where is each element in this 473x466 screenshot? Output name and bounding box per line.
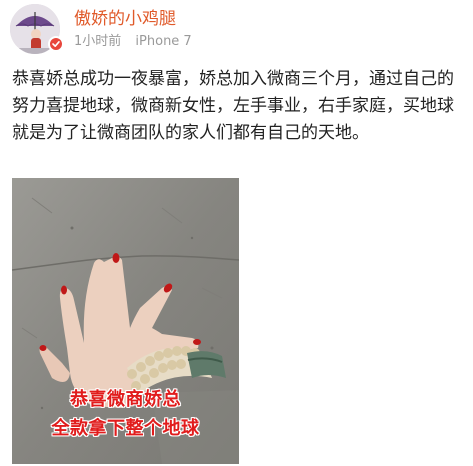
post-device[interactable]: iPhone 7 [135,34,191,49]
username[interactable]: 傲娇的小鸡腿 [74,8,176,30]
verified-badge-icon [48,36,64,52]
post-meta: 1小时前 iPhone 7 [74,33,202,51]
avatar[interactable] [10,4,64,54]
weibo-post: 傲娇的小鸡腿 1小时前 iPhone 7 恭喜娇总成功一夜暴富，娇总加入微商三个… [0,0,473,466]
photo-caption-line1: 恭喜微商娇总 [70,389,181,410]
post-photo[interactable]: 恭喜微商娇总 全款拿下整个地球 [12,178,239,464]
post-header: 傲娇的小鸡腿 1小时前 iPhone 7 [0,0,473,62]
post-text: 恭喜娇总成功一夜暴富，娇总加入微商三个月，通过自己的努力喜提地球，微商新女性，左… [12,69,454,143]
post-time: 1小时前 [74,34,122,49]
photo-caption-line2: 全款拿下整个地球 [51,418,200,439]
